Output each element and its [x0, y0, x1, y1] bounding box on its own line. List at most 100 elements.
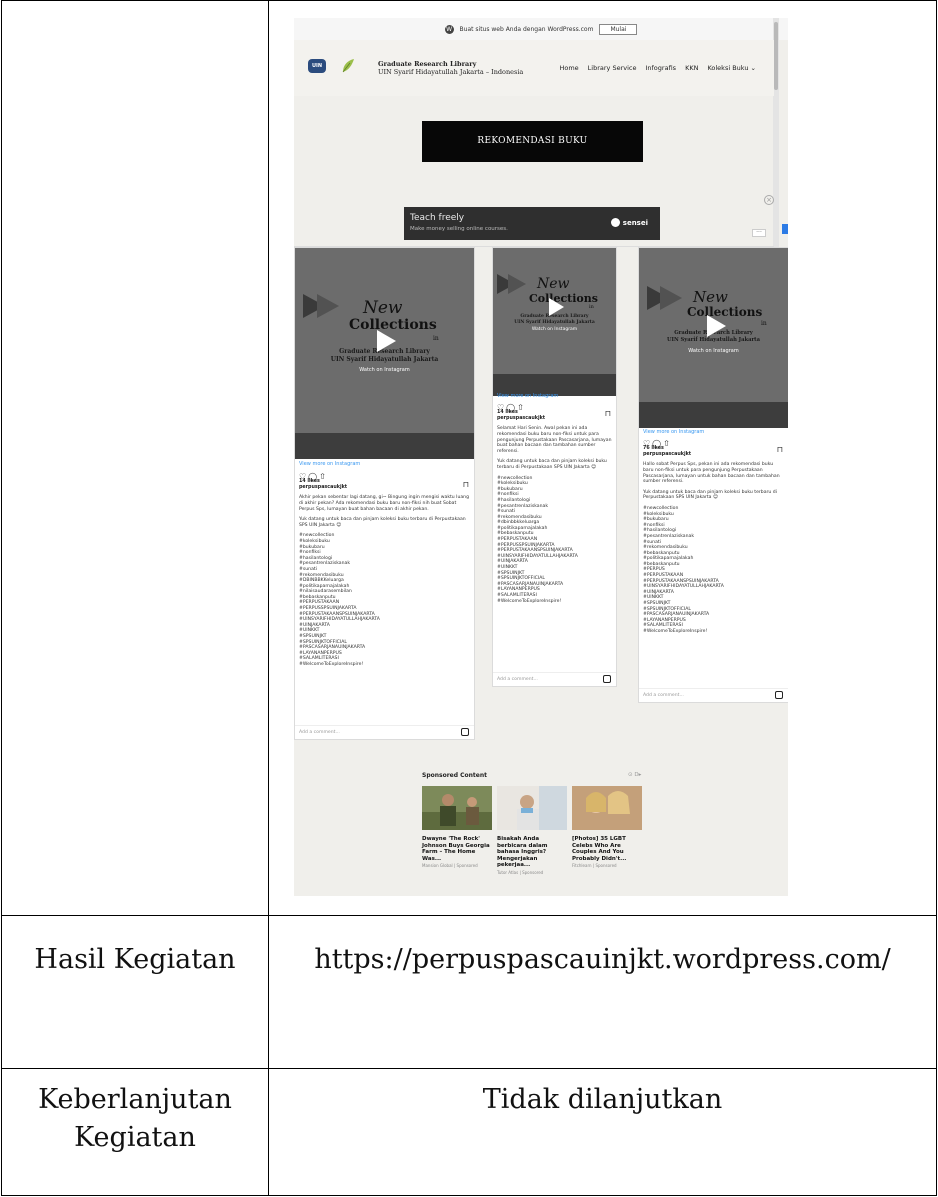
table-cell-empty [1, 0, 269, 916]
nav-item-koleksi-buku[interactable]: Koleksi Buku ⌄ [707, 64, 756, 72]
bookmark-icon[interactable]: ⊓ [463, 480, 469, 489]
post-media[interactable]: New Collections in Graduate Research Lib… [493, 248, 616, 388]
sponsored-image[interactable] [497, 786, 567, 830]
post-media[interactable]: New Collections in Graduate Research Lib… [639, 248, 788, 417]
post-media-strip [295, 433, 474, 459]
row-value-url[interactable]: https://perpuspascauinjkt.wordpress.com/ [269, 941, 936, 979]
sponsored-headline[interactable]: Bisakah Anda berbicara dalam bahasa Ingg… [497, 836, 567, 869]
post-caption: Hallo sobat Perpus Sps, pekan ini ada re… [643, 462, 780, 485]
post-body: View more on Instagram ♡◯⇧ 76 likes perp… [643, 429, 784, 635]
media-new-word: New [363, 298, 403, 318]
bookmark-icon[interactable]: ⊓ [605, 409, 611, 418]
post-cta: Yuk datang untuk baca dan pinjam koleksi… [643, 489, 777, 501]
wordpress-start-button[interactable]: Mulai [599, 23, 638, 35]
sponsored-card[interactable]: [Photos] 35 LGBT Celebs Who Are Couples … [572, 786, 642, 868]
watch-on-instagram[interactable]: Watch on Instagram [295, 367, 474, 373]
sponsored-title: Sponsored Content [422, 772, 487, 779]
row-label-keberlanjutan-2: Kegiatan [74, 1122, 196, 1153]
post-media-strip [639, 402, 788, 428]
share-icon[interactable]: ⇧ [319, 472, 328, 481]
instagram-post[interactable]: New Collections in Graduate Research Lib… [638, 247, 788, 703]
hashtag[interactable]: #WelcomeToExploreInspire! [299, 662, 470, 668]
media-new-word: New [537, 276, 570, 292]
ad-banner[interactable]: Teach freely Make money selling online c… [404, 207, 660, 240]
page-bottom [294, 886, 788, 896]
website-screenshot: W Buat situs web Anda dengan WordPress.c… [294, 18, 788, 896]
post-tags: #newcollection #koleksibuku #bukubaru #nonf… [643, 506, 784, 635]
watch-on-instagram[interactable]: Watch on Instagram [639, 348, 788, 354]
post-caption: Selamat Hari Senin. Awal pekan ini ada r… [497, 426, 612, 454]
wordpress-logo-icon: W [444, 24, 454, 34]
play-icon[interactable] [707, 315, 726, 337]
sponsored-headline[interactable]: Dwayne 'The Rock' Johnson Buys Georgia F… [422, 836, 492, 862]
ad-brand: sensei [610, 218, 648, 227]
main-nav: Home Library Service Infografis KKN Kole… [559, 64, 756, 72]
sponsored-source: Mansion Global | Sponsored [422, 863, 478, 869]
chevron-down-icon: ⌄ [750, 64, 756, 72]
page-heading: REKOMENDASI BUKU [422, 121, 643, 162]
close-ad-icon[interactable]: × [764, 195, 774, 205]
hashtag[interactable]: #WelcomeToExploreInspire! [497, 599, 612, 605]
table-cell-label: Hasil Kegiatan [1, 915, 269, 1069]
nav-item-kkn[interactable]: KKN [685, 64, 698, 72]
play-icon[interactable] [549, 298, 564, 316]
media-line2: UIN Syarif Hidayatullah Jakarta [330, 356, 439, 363]
post-caption: Akhir pekan sebentar lagi datang, gi~ Bi… [299, 495, 470, 512]
sponsored-image[interactable] [572, 786, 642, 830]
sponsored-source: Tutor Atlas | Sponsored [497, 869, 544, 875]
instagram-post[interactable]: New Collections in Graduate Research Lib… [294, 247, 475, 740]
nav-item-home[interactable]: Home [559, 64, 578, 72]
table-cell-value: https://perpuspascauinjkt.wordpress.com/ [268, 915, 937, 1069]
table-cell-value: Tidak dilanjutkan [268, 1068, 937, 1196]
site-title-line2: UIN Syarif Hidayatullah Jakarta – Indone… [378, 68, 524, 76]
media-new-word: New [693, 288, 728, 306]
row-label-hasil: Hasil Kegiatan [34, 944, 236, 975]
instagram-post[interactable]: New Collections in Graduate Research Lib… [492, 247, 617, 687]
site-title[interactable]: Graduate Research Library UIN Syarif Hid… [378, 60, 523, 76]
uin-logo[interactable]: UIN [308, 59, 326, 73]
bookmark-icon[interactable]: ⊓ [777, 445, 783, 454]
share-icon[interactable]: ⇧ [517, 403, 526, 412]
sensei-logo-icon [610, 218, 620, 227]
scroll-thumb[interactable] [774, 22, 778, 90]
post-tags: #newcollection #koleksibuku #bukubaru #nonf… [299, 533, 470, 667]
instagram-icon[interactable] [603, 675, 611, 683]
hashtag[interactable]: #WelcomeToExploreInspire! [643, 629, 784, 635]
media-line2: UIN Syarif Hidayatullah Jakarta [667, 337, 760, 343]
media-in-word: in [589, 304, 594, 310]
media-in-word: in [761, 320, 767, 327]
nav-item-library-service[interactable]: Library Service [588, 64, 637, 72]
play-icon[interactable] [377, 330, 396, 352]
sponsored-image[interactable] [422, 786, 492, 830]
leaf-logo-icon [342, 59, 354, 73]
post-media[interactable]: New Collections in Graduate Research Lib… [295, 248, 474, 433]
outbrain-logo-icon[interactable]: ⊙ D▸ [628, 772, 641, 778]
nav-item-infografis[interactable]: Infografis [645, 64, 676, 72]
add-comment-field[interactable]: Add a comment... [295, 725, 474, 739]
ad-menu-icon[interactable]: ··· [752, 229, 766, 237]
instagram-icon[interactable] [461, 728, 469, 736]
arrow-decoration-icon [317, 294, 339, 318]
ad-subtitle: Make money selling online courses. [410, 226, 508, 232]
site-header: UIN Graduate Research Library UIN Syarif… [294, 40, 774, 96]
watch-on-instagram[interactable]: Watch on Instagram [493, 327, 616, 332]
ad-title: Teach freely [410, 213, 465, 223]
sponsored-headline[interactable]: [Photos] 35 LGBT Celebs Who Are Couples … [572, 836, 642, 862]
nav-item-koleksi-label: Koleksi Buku [707, 64, 749, 72]
post-body: View more on Instagram ♡◯⇧ 14 likes perp… [497, 393, 612, 605]
blue-tab[interactable] [782, 224, 788, 234]
post-tags: #newcollection #koleksibuku #bukubaru #nonf… [497, 476, 612, 605]
media-line2: UIN Syarif Hidayatullah Jakarta [514, 320, 595, 325]
row-label-keberlanjutan-1: Keberlanjutan [38, 1084, 232, 1115]
add-comment-field[interactable]: Add a comment... [493, 672, 616, 686]
post-cta: Yuk datang untuk baca dan pinjam koleksi… [299, 517, 466, 528]
share-icon[interactable]: ⇧ [663, 439, 672, 448]
table-cell-label: Keberlanjutan Kegiatan [1, 1068, 269, 1196]
add-comment-field[interactable]: Add a comment... [639, 688, 788, 702]
sponsored-card[interactable]: Dwayne 'The Rock' Johnson Buys Georgia F… [422, 786, 492, 868]
sponsored-card[interactable]: Bisakah Anda berbicara dalam bahasa Ingg… [497, 786, 567, 875]
arrow-decoration-icon [508, 274, 526, 294]
post-cta: Yuk datang untuk baca dan pinjam koleksi… [497, 459, 607, 470]
instagram-icon[interactable] [775, 691, 783, 699]
wordpress-bar-text: Buat situs web Anda dengan WordPress.com [459, 25, 594, 33]
